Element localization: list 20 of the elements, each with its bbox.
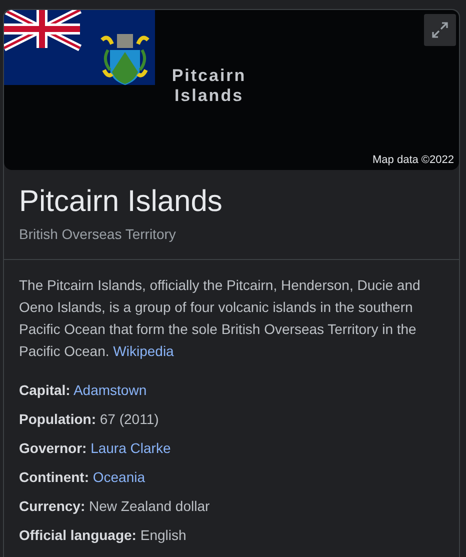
fact-value: 67 (2011): [100, 411, 159, 427]
fact-label: Population:: [19, 411, 96, 427]
fact-value: English: [140, 527, 186, 543]
expand-icon: [431, 21, 449, 39]
expand-button[interactable]: [424, 14, 456, 46]
title: Pitcairn Islands: [19, 184, 224, 220]
fact-label: Capital:: [19, 382, 70, 398]
map-attribution: Map data ©2022: [372, 152, 454, 168]
fact-link[interactable]: Laura Clarke: [90, 440, 171, 456]
description: The Pitcairn Islands, officially the Pitcairn, Henderson, Ducie and Oeno Islands, is a group of four volcanic islands in the southern Pacific Ocean that form the sole British Overseas Territory in the Pacific Ocean. Wikipedia: [19, 276, 422, 361]
fact-link[interactable]: Adamstown: [73, 382, 147, 398]
fact-value: New Zealand dollar: [89, 498, 210, 514]
fact-label: Continent:: [19, 469, 89, 485]
map-label: Pitcairn Islands: [170, 66, 248, 106]
subtitle: British Overseas Territory: [19, 225, 177, 244]
fact-link[interactable]: Oceania: [92, 469, 146, 485]
fact-label: Official language:: [19, 527, 136, 543]
source-link[interactable]: Wikipedia: [113, 343, 174, 359]
fact-label: Governor:: [19, 440, 87, 456]
fact-label: Currency:: [19, 498, 86, 514]
